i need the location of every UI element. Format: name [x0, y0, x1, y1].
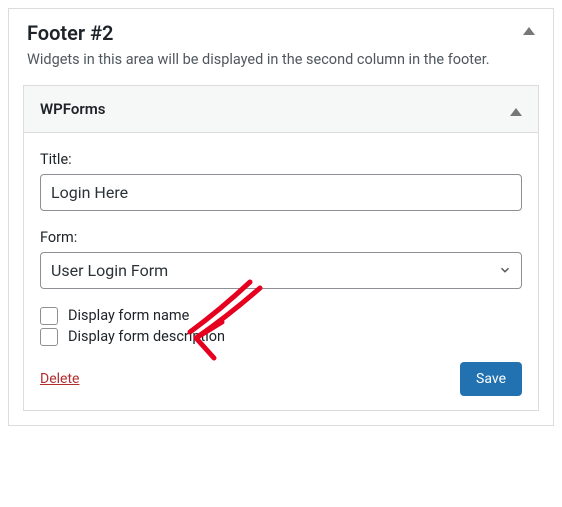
widget-area-description: Widgets in this area will be displayed i…	[9, 49, 553, 85]
widget-wpforms: WPForms Title: Form: User Login Form Dis…	[23, 85, 539, 411]
title-field-group: Title:	[40, 151, 522, 211]
widget-actions: Delete Save	[40, 362, 522, 396]
collapse-icon	[510, 108, 522, 116]
display-name-checkbox[interactable]	[40, 307, 58, 325]
widget-body: Title: Form: User Login Form Display for…	[24, 133, 538, 410]
widget-name: WPForms	[40, 100, 106, 118]
form-label: Form:	[40, 229, 522, 246]
display-desc-row: Display form description	[40, 328, 522, 346]
form-select[interactable]: User Login Form	[40, 252, 522, 289]
title-label: Title:	[40, 151, 522, 168]
widget-area-title: Footer #2	[27, 21, 113, 45]
delete-button[interactable]: Delete	[40, 371, 79, 387]
display-name-row: Display form name	[40, 307, 522, 325]
widget-area-header[interactable]: Footer #2	[9, 9, 553, 49]
display-desc-checkbox[interactable]	[40, 328, 58, 346]
save-button[interactable]: Save	[460, 362, 522, 396]
form-field-group: Form: User Login Form	[40, 229, 522, 289]
collapse-icon	[523, 27, 535, 35]
widget-area-panel: Footer #2 Widgets in this area will be d…	[8, 8, 554, 426]
display-desc-label: Display form description	[68, 328, 225, 345]
display-name-label: Display form name	[68, 307, 189, 324]
widget-header[interactable]: WPForms	[24, 86, 538, 133]
title-input[interactable]	[40, 174, 522, 211]
